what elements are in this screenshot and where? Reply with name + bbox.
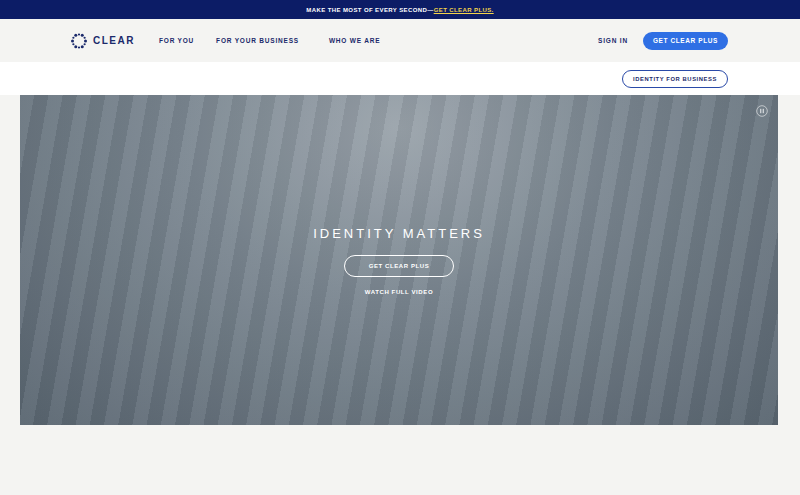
sign-in-link[interactable]: SIGN IN xyxy=(598,37,628,44)
logo[interactable]: CLEAR xyxy=(70,32,159,50)
page-background xyxy=(0,425,800,495)
promo-banner: MAKE THE MOST OF EVERY SECOND—GET CLEAR … xyxy=(0,0,800,19)
identity-for-business-button[interactable]: IDENTITY FOR BUSINESS xyxy=(622,70,728,88)
logo-text: CLEAR xyxy=(93,35,135,46)
nav-link[interactable]: WHO WE ARE xyxy=(329,37,380,44)
hero-cta-button[interactable]: GET CLEAR PLUS xyxy=(344,255,455,277)
pause-icon xyxy=(756,105,768,117)
nav-bar: CLEAR FOR YOU FOR YOUR BUSINESS WHO WE ARE S… xyxy=(0,19,800,62)
nav-link[interactable]: FOR YOU xyxy=(159,37,194,44)
sub-nav: IDENTITY FOR BUSINESS xyxy=(0,62,800,95)
get-clear-plus-button[interactable]: GET CLEAR PLUS xyxy=(643,32,728,50)
nav-link[interactable]: FOR YOUR BUSINESS xyxy=(216,37,299,44)
banner-link[interactable]: GET CLEAR PLUS. xyxy=(434,7,494,13)
page: MAKE THE MOST OF EVERY SECOND—GET CLEAR … xyxy=(0,0,800,495)
pause-button[interactable] xyxy=(756,105,768,117)
banner-text: MAKE THE MOST OF EVERY SECOND— xyxy=(306,7,433,13)
hero-video: IDENTITY MATTERS GET CLEAR PLUS WATCH FULL… xyxy=(20,95,778,425)
hero-title: IDENTITY MATTERS xyxy=(313,226,485,241)
watch-video-link[interactable]: WATCH FULL VIDEO xyxy=(365,289,433,295)
logo-icon xyxy=(70,32,88,50)
